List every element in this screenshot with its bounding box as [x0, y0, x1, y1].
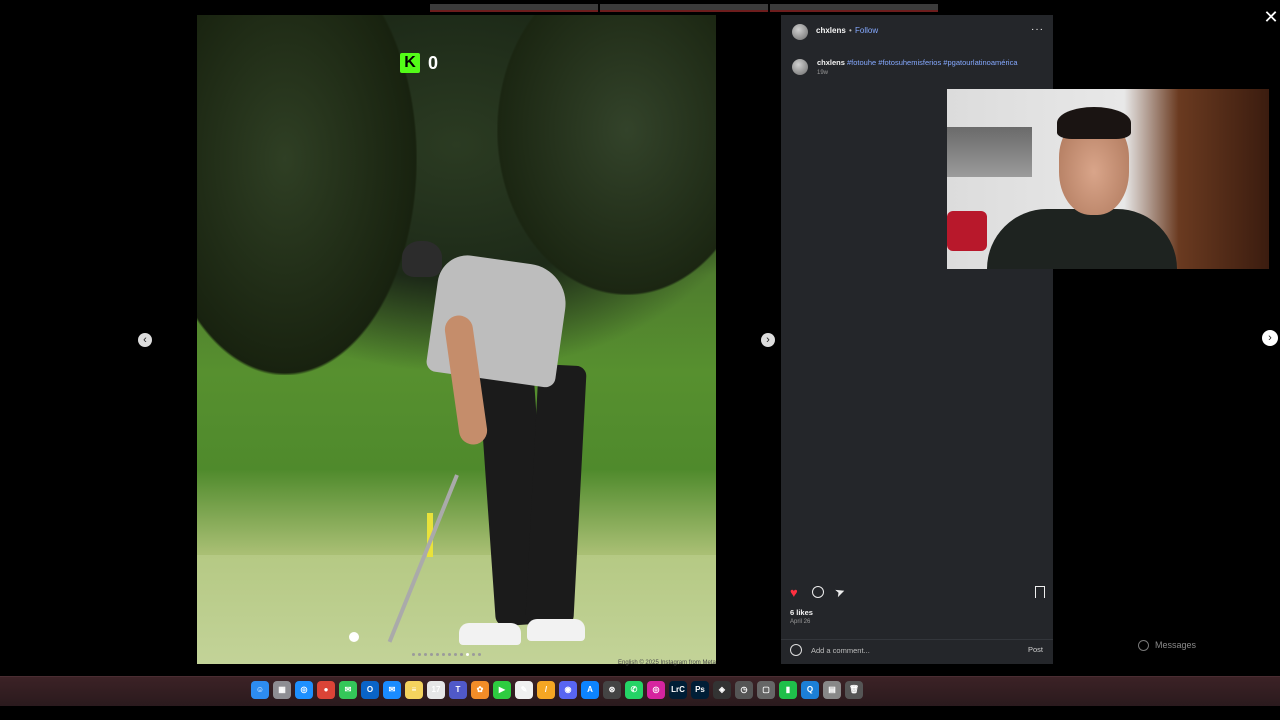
- carousel-dot: [478, 653, 481, 656]
- share-icon[interactable]: ➤: [833, 584, 847, 601]
- dock-icon-lightroom[interactable]: LrC: [669, 681, 687, 699]
- messenger-icon: [1138, 639, 1149, 651]
- follow-button[interactable]: Follow: [855, 26, 878, 35]
- post-date: April 26: [790, 619, 811, 625]
- dock-icon-launchpad[interactable]: ▦: [273, 681, 291, 699]
- bottom-strip: [0, 706, 1280, 720]
- dock-icon-trash[interactable]: 🗑: [845, 681, 863, 699]
- golf-ball: [349, 632, 359, 642]
- carousel-dot: [424, 653, 427, 656]
- dock-icon-messages[interactable]: ✉: [339, 681, 357, 699]
- carousel-dot: [454, 653, 457, 656]
- comment-icon[interactable]: [812, 586, 824, 598]
- caption-timestamp: 19w: [817, 70, 829, 76]
- footer-note: English © 2025 Instagram from Meta: [618, 660, 716, 666]
- dock-icon-finder2[interactable]: ▢: [757, 681, 775, 699]
- dock-icon-teams[interactable]: T: [449, 681, 467, 699]
- streamer-hair: [1057, 107, 1131, 139]
- bookmark-icon[interactable]: [1035, 586, 1045, 598]
- dock-icon-photos[interactable]: ✿: [471, 681, 489, 699]
- golfer-cap: [402, 241, 442, 277]
- divider: [781, 639, 1053, 640]
- heart-icon[interactable]: ♥: [790, 586, 798, 600]
- background-pillow: [947, 211, 987, 251]
- kick-viewer-badge: K 0: [400, 52, 438, 74]
- next-post-button[interactable]: ›: [1262, 330, 1278, 346]
- carousel-dot: [430, 653, 433, 656]
- avatar[interactable]: [792, 59, 808, 75]
- dock-icon-quicktime[interactable]: Q: [801, 681, 819, 699]
- dock-icon-facetime[interactable]: ▶: [493, 681, 511, 699]
- dock-icon-whatsapp[interactable]: ✆: [625, 681, 643, 699]
- dock-icon-instagram[interactable]: ◎: [647, 681, 665, 699]
- carousel-dots: [412, 653, 502, 657]
- dock-icon-activity[interactable]: ◷: [735, 681, 753, 699]
- golfer-shoe: [459, 623, 521, 645]
- dock-icon-app-store[interactable]: A: [581, 681, 599, 699]
- viewer-count: 0: [428, 52, 439, 73]
- dock-icon-textedit[interactable]: ✎: [515, 681, 533, 699]
- dock-icon-discord[interactable]: ◉: [559, 681, 577, 699]
- caption-hashtags[interactable]: #fotouhe #fotosuhemisferios #pgatourlati…: [847, 58, 1047, 67]
- putting-green: [197, 555, 716, 664]
- dock-icon-finder[interactable]: ☺: [251, 681, 269, 699]
- carousel-dot: [472, 653, 475, 656]
- carousel-dot: [448, 653, 451, 656]
- messages-button[interactable]: Messages: [1138, 636, 1260, 654]
- post-photo: [197, 15, 716, 664]
- dock-icon-calendar[interactable]: 17: [427, 681, 445, 699]
- comment-input[interactable]: [811, 644, 1011, 656]
- webcam-overlay: [947, 89, 1269, 269]
- dock-icon-davinci[interactable]: ◈: [713, 681, 731, 699]
- progress-segment: [600, 4, 768, 12]
- dock-icon-numbers[interactable]: ▮: [779, 681, 797, 699]
- post-actions: ♥ ➤: [790, 584, 1045, 601]
- previous-image-button[interactable]: ‹: [138, 333, 152, 347]
- post-author-username[interactable]: chxlens: [816, 26, 846, 35]
- carousel-dot: [466, 653, 469, 656]
- post-comment-button[interactable]: Post: [1028, 645, 1043, 654]
- background-shelf: [947, 127, 1032, 177]
- more-options-icon[interactable]: ···: [1031, 24, 1044, 35]
- dock-icon-notes[interactable]: ≡: [405, 681, 423, 699]
- avatar[interactable]: [792, 24, 808, 40]
- carousel-dot: [412, 653, 415, 656]
- macos-dock: ☺ ▦ ◎ ● ✉ O ✉ ≡ 17 T ✿ ▶ ✎ / ◉ A ⊛ ✆ ◎ LrC Ps ◈ ◷ ▢ ▮ Q ▤ 🗑: [0, 676, 1280, 707]
- dock-icon-chrome[interactable]: ●: [317, 681, 335, 699]
- likes-count[interactable]: 6 likes: [790, 608, 813, 617]
- dock-icon-photoshop[interactable]: Ps: [691, 681, 709, 699]
- story-progress-bars: [430, 4, 938, 12]
- progress-segment: [770, 4, 938, 12]
- dock-items: ☺ ▦ ◎ ● ✉ O ✉ ≡ 17 T ✿ ▶ ✎ / ◉ A ⊛ ✆ ◎ LrC Ps ◈ ◷ ▢ ▮ Q ▤ 🗑: [251, 681, 863, 699]
- separator-dot: •: [849, 26, 852, 35]
- next-image-button[interactable]: ›: [761, 333, 775, 347]
- carousel-dot: [418, 653, 421, 656]
- carousel-dot: [442, 653, 445, 656]
- messages-label: Messages: [1155, 640, 1197, 650]
- progress-segment: [430, 4, 598, 12]
- dock-icon-chatgpt[interactable]: ⊛: [603, 681, 621, 699]
- carousel-dot: [460, 653, 463, 656]
- dock-icon-safari[interactable]: ◎: [295, 681, 313, 699]
- caption-username[interactable]: chxlens: [817, 58, 845, 67]
- dock-icon-preview[interactable]: ▤: [823, 681, 841, 699]
- kick-logo-icon: K: [400, 53, 420, 73]
- golfer-shoe: [527, 619, 585, 641]
- dock-icon-pages[interactable]: /: [537, 681, 555, 699]
- dock-icon-mail[interactable]: ✉: [383, 681, 401, 699]
- photo-tree: [197, 15, 417, 375]
- carousel-dot: [436, 653, 439, 656]
- photo-tree: [497, 15, 716, 295]
- emoji-icon[interactable]: [790, 644, 802, 656]
- dock-icon-outlook[interactable]: O: [361, 681, 379, 699]
- close-icon[interactable]: ✕: [1262, 8, 1280, 26]
- streamer-body: [987, 209, 1177, 269]
